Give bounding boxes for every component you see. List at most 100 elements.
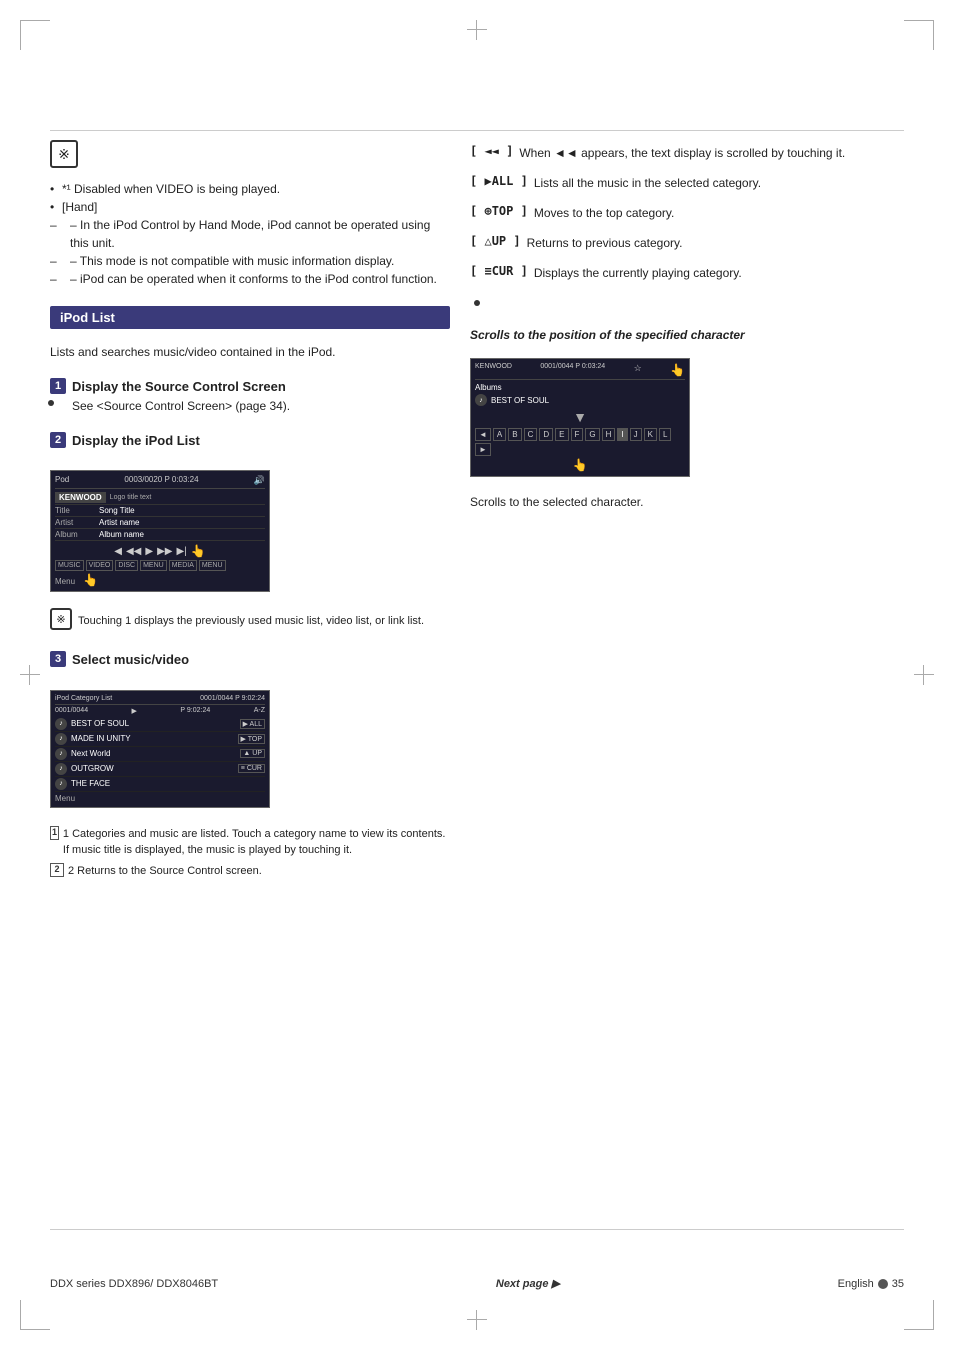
language-label: English [838,1278,874,1290]
next-page-arrow: ▶ [551,1277,559,1290]
ds1-tab-menu1[interactable]: MENU [140,560,167,571]
cs-row5: ♪ THE FACE [55,777,265,792]
cs2-char-a[interactable]: A [493,428,506,441]
cs-btn-all[interactable]: ▶ ALL [240,719,265,729]
step-1-num: 1 [50,378,66,394]
ds1-play[interactable]: ▶ [145,546,153,557]
note-bullet-2: [Hand] [50,198,450,216]
cs2-char-b[interactable]: B [508,428,521,441]
right-item-2: [ ▶ALL ] Lists all the music in the sele… [470,174,904,192]
step-2-num: 2 [50,432,66,448]
bottom-divider [50,1229,904,1230]
cs2-char-f[interactable]: F [571,428,584,441]
cs2-char-l[interactable]: L [659,428,671,441]
cs-side2: ▶ TOP [238,734,265,744]
cs2-row2: ♪ BEST OF SOUL [475,393,685,407]
step-3-title: Select music/video [72,650,450,670]
cs2-star: ☆ [634,363,642,377]
ipod-list-desc: Lists and searches music/video contained… [50,343,450,361]
right-text-2: Lists all the music in the selected cate… [534,174,761,192]
ds1-val3: Album name [99,530,144,539]
callout-2: 2 [50,863,64,877]
cs-icon1: ♪ [55,718,67,730]
right-item-5: [ ≡CUR ] Displays the currently playing … [470,264,904,282]
ds1-prev[interactable]: ◀ [114,546,122,557]
ds1-tab-media[interactable]: MEDIA [169,560,197,571]
step-1-title: Display the Source Control Screen [72,377,450,397]
cs-icon2: ♪ [55,733,67,745]
step-2-title: Display the iPod List [72,431,450,451]
cs-side4: ≡ CUR [238,764,265,773]
ds1-row2: Artist Artist name [55,517,265,529]
step-3-content: Select music/video [72,650,450,670]
cs2-char-next[interactable]: ► [475,443,491,456]
ds1-counter: Pod [55,475,69,486]
cs-btn-top[interactable]: ▶ TOP [238,734,265,744]
ds1-tabs: MUSIC VIDEO DISC MENU MEDIA MENU [55,560,265,571]
cs2-char-g[interactable]: G [585,428,599,441]
bracket-2: [ ▶ALL ] [470,174,528,188]
series-label: DDX series DDX896/ DDX8046BT [50,1278,218,1290]
cs2-char-prev[interactable]: ◄ [475,428,491,441]
cs-btn-cur[interactable]: ≡ CUR [238,764,265,773]
char-screen: KENWOOD 0001/0044 P 0:03:24 ☆ 👆 Albums ♪… [470,358,690,477]
cs2-char-i[interactable]: I [617,428,627,441]
cs2-char-k[interactable]: K [644,428,657,441]
note-sub-3: – iPod can be operated when it conforms … [50,270,450,288]
cs2-char-d[interactable]: D [539,428,553,441]
cs-row2: ♪ MADE IN UNITY ▶ TOP [55,732,265,747]
cs2-hand-bottom: 👆 [573,458,588,472]
scrolls-title: Scrolls to the position of the specified… [470,328,904,342]
corner-tr [904,20,934,50]
bottom-bar: DDX series DDX896/ DDX8046BT Next page ▶… [50,1277,904,1290]
step-3: 3 Select music/video [50,650,450,670]
right-item-1: [ ◄◄ ] When ◄◄ appears, the text display… [470,144,904,162]
cs2-char-e[interactable]: E [555,428,568,441]
ds1-next[interactable]: ▶| [176,546,186,557]
cat-screen: iPod Category List 0001/0044 P 9:02:24 0… [50,690,270,808]
ds1-label2: Artist [55,518,95,527]
cs-icon5: ♪ [55,778,67,790]
ds1-time: 0003/0020 P 0:03:24 [124,475,198,486]
ds1-hand2: 👆 [83,573,98,587]
cs-name2: MADE IN UNITY [71,734,234,743]
ds1-tab-video[interactable]: VIDEO [86,560,114,571]
right-item-3: [ ⊕TOP ] Moves to the top category. [470,204,904,222]
ds1-tab-music[interactable]: MUSIC [55,560,84,571]
step2-note-icon: ※ [50,608,72,630]
ds1-tab-menu2[interactable]: MENU [199,560,226,571]
crosshair-left [20,665,40,685]
cs-name1: BEST OF SOUL [71,719,236,728]
cs-icon3: ♪ [55,748,67,760]
cs2-char-h[interactable]: H [602,428,616,441]
ds1-ff[interactable]: ▶▶ [157,546,172,557]
step3-note1-row: 1 1 Categories and music are listed. Tou… [50,826,450,859]
ds1-row1: Title Song Title [55,505,265,517]
ds1-icon: 🔊 [254,475,265,486]
cs-menu: Menu [55,794,265,803]
corner-br [904,1300,934,1330]
cs2-label: KENWOOD [475,363,512,377]
crosshair-bottom [467,1310,487,1330]
ds1-controls: ◀ ◀◀ ▶ ▶▶ ▶| 👆 [55,544,265,558]
step-2-content: Display the iPod List [72,431,450,451]
ds1-tab-disc[interactable]: DISC [115,560,138,571]
right-text-3: Moves to the top category. [534,204,675,222]
ds1-logo-sub: Logo title text [110,494,152,501]
cs-name3: Next World [71,749,236,758]
ds1-val1: Song Title [99,506,135,515]
cs-row1: ♪ BEST OF SOUL ▶ ALL [55,717,265,732]
cs-top: iPod Category List 0001/0044 P 9:02:24 [55,695,265,705]
ds1-rw[interactable]: ◀◀ [126,546,141,557]
cs-btn-up[interactable]: ▲ UP [240,749,265,758]
cs2-char-row: ◄ A B C D E F G H I J K L ► [475,428,685,456]
cs2-char-c[interactable]: C [524,428,538,441]
cs-az: A-Z [254,707,265,715]
cs-header-num: 0001/0044 [55,707,88,715]
cs2-row: Albums [475,382,685,393]
cs2-char-j[interactable]: J [630,428,642,441]
step3-note2-row: 2 2 Returns to the Source Control screen… [50,863,450,880]
step-1-content: Display the Source Control Screen See <S… [72,377,450,415]
corner-bl [20,1300,50,1330]
ds1-val2: Artist name [99,518,139,527]
